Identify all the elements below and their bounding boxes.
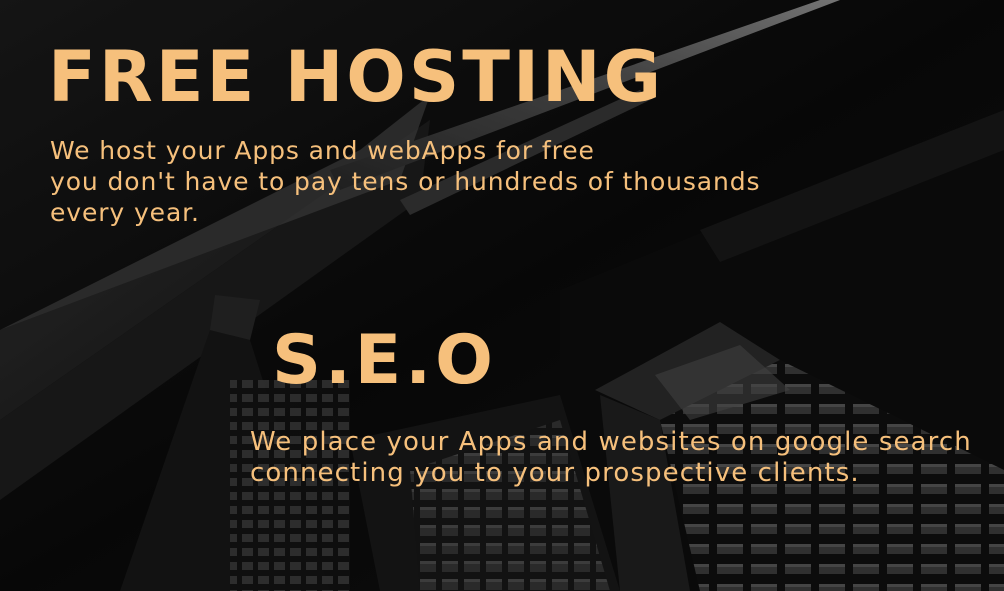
seo-description: We place your Apps and websites on googl… xyxy=(250,427,972,489)
seo-line-2: connecting you to your prospective clien… xyxy=(250,458,860,488)
seo-line-1: We place your Apps and websites on googl… xyxy=(250,427,972,457)
seo-title: S.E.O xyxy=(272,321,497,400)
free-hosting-title: FREE HOSTING xyxy=(48,36,665,118)
free-hosting-description: We host your Apps and webApps for free y… xyxy=(50,135,760,228)
free-hosting-line-2: you don't have to pay tens or hundreds o… xyxy=(50,167,761,196)
free-hosting-line-3: every year. xyxy=(50,198,200,227)
free-hosting-line-1: We host your Apps and webApps for free xyxy=(50,136,595,165)
